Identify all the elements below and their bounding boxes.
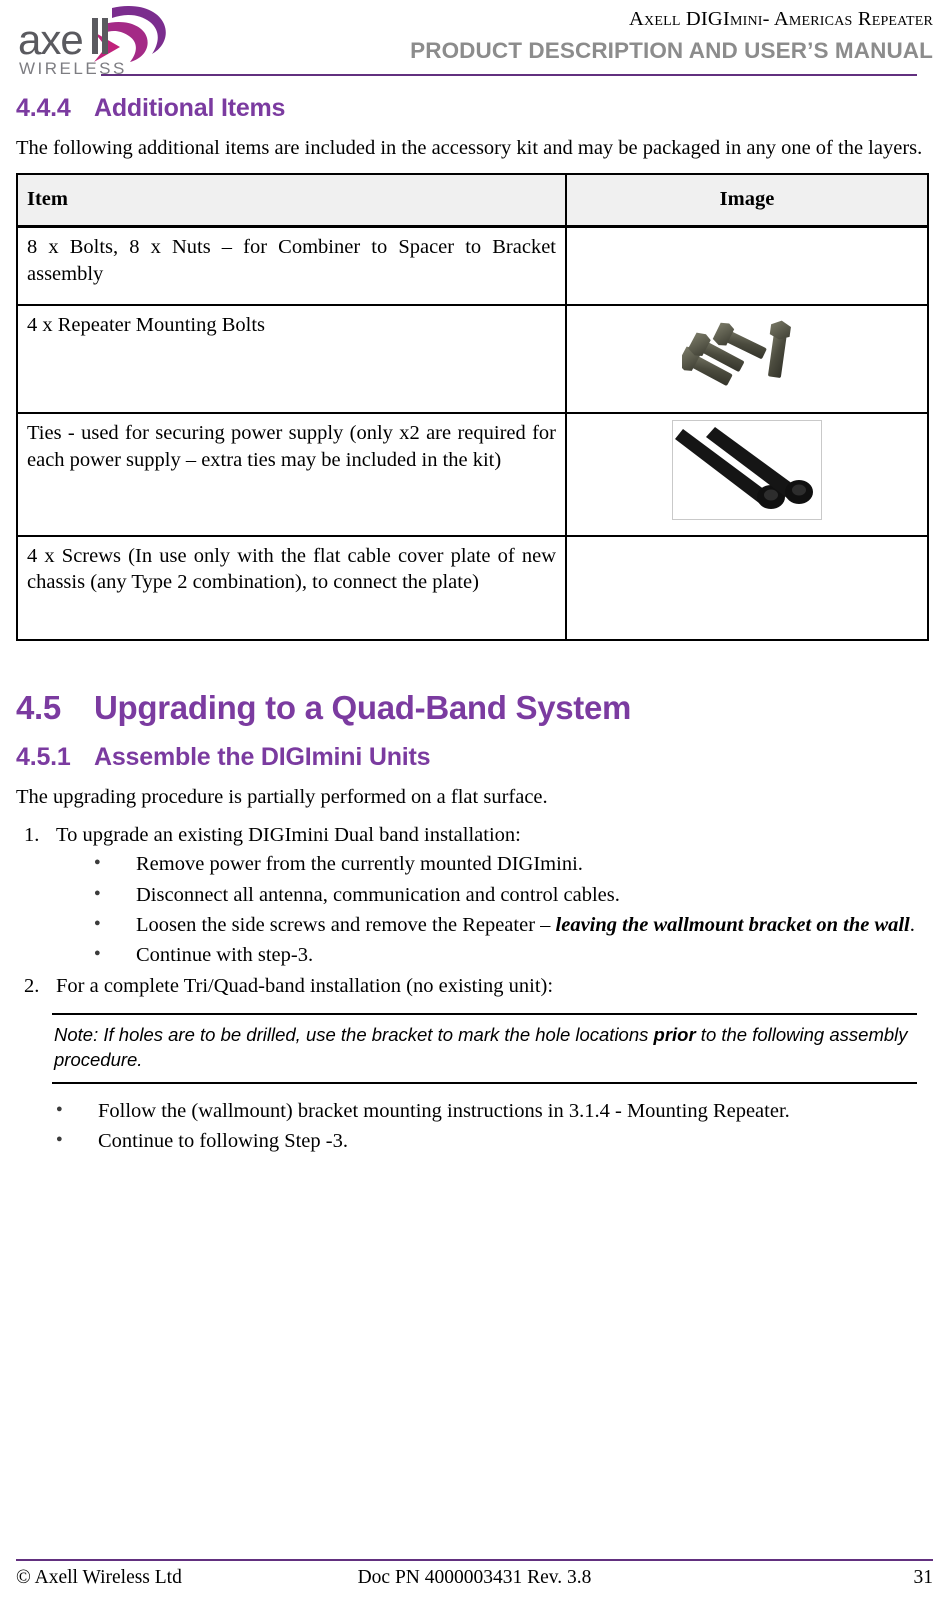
procedure-step-1: 1. To upgrade an existing DIGImini Dual …: [16, 822, 933, 970]
footer-copyright: © Axell Wireless Ltd: [16, 1567, 182, 1588]
table-header-row: Item Image: [16, 173, 929, 229]
heading-4-5-1: 4.5.1 Assemble the DIGImini Units: [16, 743, 933, 772]
page-footer: © Axell Wireless Ltd Doc PN 4000003431 R…: [16, 1559, 933, 1589]
table-header-item: Item: [16, 173, 567, 229]
procedure-list: 1. To upgrade an existing DIGImini Dual …: [16, 822, 933, 1001]
bullet-text: Disconnect all antenna, communication an…: [136, 883, 620, 906]
step-2-bullets: Follow the (wallmount) bracket mounting …: [16, 1097, 933, 1156]
cable-ties-photo: [672, 420, 822, 521]
table-row: 4 x Repeater Mounting Bolts: [16, 304, 929, 415]
bullet-text: Continue with step-3.: [136, 944, 314, 967]
note-callout: Note: If holes are to be drilled, use th…: [52, 1013, 917, 1085]
axell-swoosh-icon: axe WIRELESS: [18, 5, 166, 78]
axell-wireless-logo: axe WIRELESS: [16, 2, 186, 82]
table-header-image: Image: [565, 173, 929, 229]
heading-4-5: 4.5 Upgrading to a Quad-Band System: [16, 689, 933, 727]
heading-4-4-4-number: 4.4.4: [16, 94, 71, 122]
footer-doc-info: Doc PN 4000003431 Rev. 3.8: [357, 1567, 592, 1588]
list-item: Remove power from the currently mounted …: [56, 850, 933, 878]
bullet-text: Follow the (wallmount) bracket mounting …: [98, 1100, 790, 1123]
mounting-bolts-photo: [677, 312, 812, 398]
heading-4-4-4: 4.4.4 Additional Items: [16, 94, 933, 123]
header-divider-rule: [101, 74, 917, 76]
table-cell-item: 8 x Bolts, 8 x Nuts – for Combiner to Sp…: [16, 225, 567, 307]
additional-items-table: Item Image 8 x Bolts, 8 x Nuts – for Com…: [16, 173, 929, 641]
table-cell-image: [565, 304, 929, 415]
step-2-text: For a complete Tri/Quad-band installatio…: [56, 975, 554, 998]
bullet-text: Loosen the side screws and remove the Re…: [136, 913, 556, 936]
table-cell-image-empty: [565, 534, 929, 641]
page-header: axe WIRELESS Axell DIGImini- Americas Re…: [16, 0, 933, 86]
header-manual-title: PRODUCT DESCRIPTION AND USER’S MANUAL: [410, 37, 933, 63]
step-2-marker: 2.: [24, 975, 40, 998]
header-titles: Axell DIGImini- Americas Repeater PRODUC…: [233, 8, 933, 64]
heading-4-5-1-number: 4.5.1: [16, 742, 71, 771]
procedure-step-2: 2. For a complete Tri/Quad-band installa…: [16, 973, 933, 1001]
svg-text:axe: axe: [18, 16, 83, 63]
list-item: Disconnect all antenna, communication an…: [56, 881, 933, 909]
footer-page-number: 31: [913, 1567, 933, 1588]
table-cell-item: 4 x Screws (In use only with the flat ca…: [16, 534, 567, 641]
table-row: Ties - used for securing power supply (o…: [16, 412, 929, 537]
document-page: axe WIRELESS Axell DIGImini- Americas Re…: [0, 0, 949, 1601]
heading-4-4-4-title: Additional Items: [94, 94, 286, 122]
list-item: Continue with step-3.: [56, 941, 933, 969]
header-product-title: Axell DIGImini- Americas Repeater: [629, 8, 933, 30]
note-emphasis: prior: [653, 1024, 696, 1046]
heading-4-5-number: 4.5: [16, 688, 61, 726]
footer-row: © Axell Wireless Ltd Doc PN 4000003431 R…: [16, 1567, 933, 1589]
table-cell-item: Ties - used for securing power supply (o…: [16, 412, 567, 537]
bullet-text: Continue to following Step -3.: [98, 1130, 348, 1153]
table-cell-item: 4 x Repeater Mounting Bolts: [16, 304, 567, 415]
intro-paragraph-4-4-4: The following additional items are inclu…: [16, 137, 923, 159]
note-text: Note: If holes are to be drilled, use th…: [54, 1023, 915, 1073]
table-cell-image-empty: [565, 225, 929, 307]
table-cell-image: [565, 412, 929, 537]
table-row: 4 x Screws (In use only with the flat ca…: [16, 534, 929, 641]
step-1-text: To upgrade an existing DIGImini Dual ban…: [56, 823, 521, 846]
step-1-marker: 1.: [24, 823, 40, 846]
table-row: 8 x Bolts, 8 x Nuts – for Combiner to Sp…: [16, 225, 929, 307]
bullet-text: Remove power from the currently mounted …: [136, 853, 583, 876]
note-text-pre: Note: If holes are to be drilled, use th…: [54, 1024, 654, 1046]
list-item: Loosen the side screws and remove the Re…: [56, 911, 933, 939]
list-item: Follow the (wallmount) bracket mounting …: [16, 1097, 933, 1125]
bullet-text-tail: .: [909, 913, 915, 936]
footer-divider-rule: [16, 1559, 933, 1561]
heading-4-5-title: Upgrading to a Quad-Band System: [94, 688, 632, 726]
step-1-bullets: Remove power from the currently mounted …: [56, 850, 933, 969]
bullet-emphasis: leaving the wallmount bracket on the wal…: [555, 913, 910, 936]
intro-paragraph-4-5-1: The upgrading procedure is partially per…: [16, 785, 548, 808]
heading-4-5-1-title: Assemble the DIGImini Units: [94, 742, 431, 771]
list-item: Continue to following Step -3.: [16, 1127, 933, 1155]
